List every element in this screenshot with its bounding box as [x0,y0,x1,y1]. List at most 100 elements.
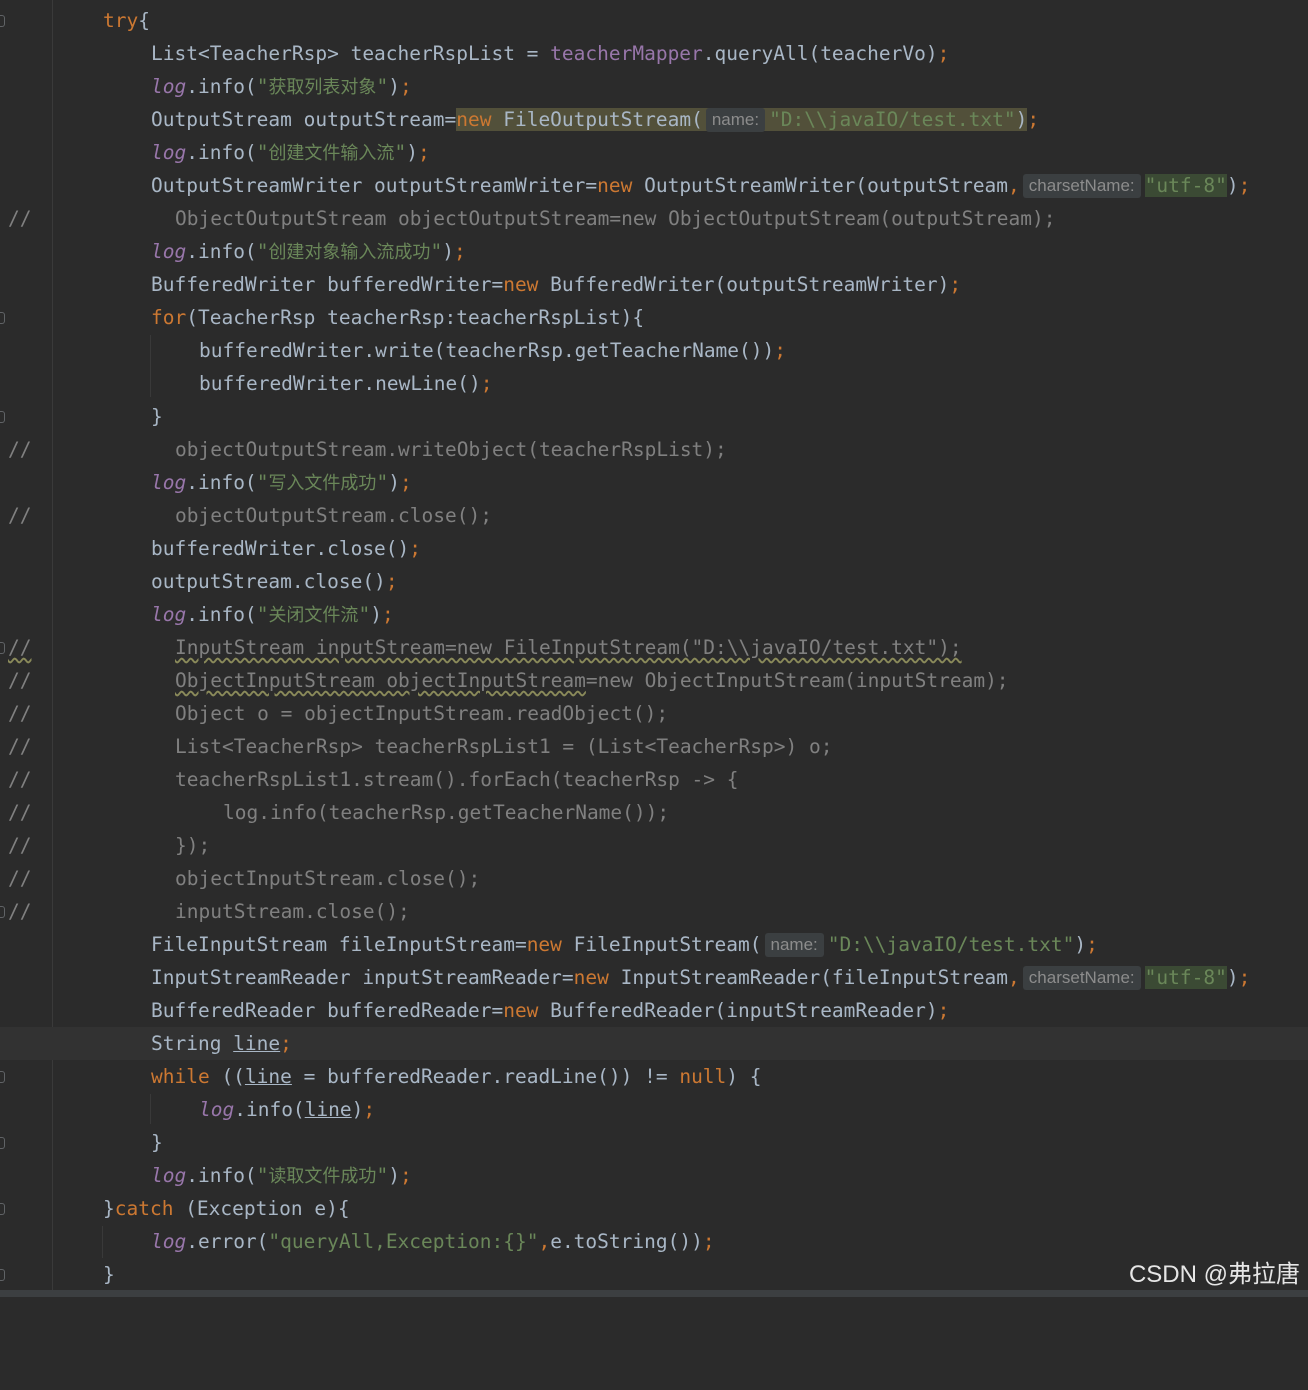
code-text: .info( [234,1098,305,1121]
semicolon: ; [1086,933,1098,956]
keyword: new [526,933,562,956]
code-line[interactable]: } [0,1258,1308,1291]
semicolon: ; [381,603,394,626]
code-line[interactable]: // ObjectInputStream objectInputStream=n… [0,664,1308,697]
code-line[interactable]: log.info("写入文件成功"); [0,466,1308,499]
fold-marker-icon[interactable] [0,15,5,27]
comment-text: ObjectInputStream objectInputStream [175,669,586,692]
code-line[interactable]: OutputStream outputStream=new FileOutput… [0,103,1308,136]
comment-text: objectOutputStream.writeObject(teacherRs… [175,438,727,461]
comment-marker: // [8,207,32,230]
code-text: (TeacherRsp teacherRsp:teacherRspList){ [186,306,645,329]
code-text: ) [388,1164,400,1187]
code-line[interactable]: }catch (Exception e){ [0,1192,1308,1225]
code-line[interactable]: // objectOutputStream.close(); [0,499,1308,532]
code-text: ) [388,75,400,98]
semicolon: ; [1027,108,1040,131]
fold-marker-icon[interactable] [0,312,5,324]
code-editor[interactable]: try{ List<TeacherRsp> teacherRspList = t… [0,0,1308,1290]
comment-text: List<TeacherRsp> teacherRspList1 = (List… [175,735,833,758]
comment-marker: // [8,669,32,692]
code-text: BufferedWriter(outputStreamWriter) [538,273,950,296]
code-line[interactable]: // inputStream.close(); [0,895,1308,928]
code-line[interactable]: FileInputStream fileInputStream=new File… [0,928,1308,961]
variable: line [244,1065,292,1088]
comment-marker: // [8,702,32,725]
fold-marker-icon[interactable] [0,1137,5,1149]
code-text: BufferedWriter bufferedWriter= [151,273,504,296]
fold-marker-icon[interactable] [0,1269,5,1281]
fold-marker-icon[interactable] [0,411,5,423]
parameter-hint: charsetName: [1022,174,1141,198]
code-line[interactable]: for(TeacherRsp teacherRsp:teacherRspList… [0,301,1308,334]
code-line[interactable]: // ObjectOutputStream objectOutputStream… [0,202,1308,235]
fold-marker-icon[interactable] [0,906,5,918]
string-quote: " [358,603,371,626]
string-literal: 获取列表对象 [268,77,377,98]
code-line[interactable]: BufferedWriter bufferedWriter=new Buffer… [0,268,1308,301]
keyword: new [456,108,492,131]
code-line[interactable]: log.info(line); [0,1093,1308,1126]
code-line[interactable]: bufferedWriter.newLine(); [0,367,1308,400]
parameter-hint: name: [764,933,824,957]
code-line[interactable]: } [0,1126,1308,1159]
code-line[interactable]: // }); [0,829,1308,862]
code-line[interactable]: // objectInputStream.close(); [0,862,1308,895]
code-line[interactable]: log.info("创建文件输入流"); [0,136,1308,169]
fold-marker-icon[interactable] [0,1203,5,1215]
code-line[interactable]: try{ [0,4,1308,37]
string-quote: " [256,240,269,263]
current-code-line[interactable]: String line; [0,1027,1308,1060]
code-line[interactable]: log.info("获取列表对象"); [0,70,1308,103]
semicolon: ; [702,1230,715,1253]
code-line[interactable]: List<TeacherRsp> teacherRspList = teache… [0,37,1308,70]
field-reference: teacherMapper [550,42,703,65]
comment-marker: // [8,504,32,527]
horizontal-scrollbar[interactable] [0,1290,1308,1297]
watermark: CSDN @弗拉唐 [1128,1261,1300,1288]
code-line[interactable]: OutputStreamWriter outputStreamWriter=ne… [0,169,1308,202]
fold-marker-icon[interactable] [0,642,5,654]
code-text: InputStreamReader inputStreamReader= [151,966,574,989]
comment-marker: // [8,735,32,758]
code-line[interactable]: log.error("queryAll,Exception:{}",e.toSt… [0,1225,1308,1258]
code-text: .queryAll(teacherVo) [702,42,938,65]
semicolon: ; [937,999,950,1022]
code-text: bufferedWriter.close() [151,537,410,560]
code-line[interactable]: InputStreamReader inputStreamReader=new … [0,961,1308,994]
keyword: for [151,306,187,329]
code-text: OutputStreamWriter outputStreamWriter= [151,174,598,197]
fold-marker-icon[interactable] [0,1071,5,1083]
string-quote: " [256,1164,269,1187]
code-line[interactable]: log.info("读取文件成功"); [0,1159,1308,1192]
variable: line [233,1032,281,1055]
code-text: ) [406,141,418,164]
code-text: ) [1074,933,1087,956]
code-line[interactable]: // List<TeacherRsp> teacherRspList1 = (L… [0,730,1308,763]
code-text: = bufferedReader.readLine()) != [291,1065,680,1088]
keyword: while [151,1065,210,1088]
semicolon: ; [399,75,412,98]
code-line[interactable]: } [0,400,1308,433]
code-line[interactable]: log.info("关闭文件流"); [0,598,1308,631]
code-line[interactable]: bufferedWriter.close(); [0,532,1308,565]
string-quote: " [256,141,269,164]
log-field: log [151,1164,187,1187]
comment-text: teacherRspList1.stream().forEach(teacher… [175,768,739,791]
code-text: String [151,1032,234,1055]
code-line[interactable]: while ((line = bufferedReader.readLine()… [0,1060,1308,1093]
code-line[interactable]: BufferedReader bufferedReader=new Buffer… [0,994,1308,1027]
code-line[interactable]: outputStream.close(); [0,565,1308,598]
code-line[interactable]: // InputStream inputStream=new FileInput… [0,631,1308,664]
code-line[interactable]: log.info("创建对象输入流成功"); [0,235,1308,268]
code-line[interactable]: // Object o = objectInputStream.readObje… [0,697,1308,730]
string-literal: 关闭文件流 [268,605,359,626]
string-literal: "queryAll,Exception:{}" [268,1230,539,1253]
code-line[interactable]: bufferedWriter.write(teacherRsp.getTeach… [0,334,1308,367]
code-text: ) [370,603,382,626]
code-line[interactable]: // teacherRspList1.stream().forEach(teac… [0,763,1308,796]
code-line[interactable]: // objectOutputStream.writeObject(teache… [0,433,1308,466]
code-line[interactable]: // log.info(teacherRsp.getTeacherName())… [0,796,1308,829]
comment-text: inputStream.close(); [175,900,410,923]
semicolon: ; [363,1098,376,1121]
